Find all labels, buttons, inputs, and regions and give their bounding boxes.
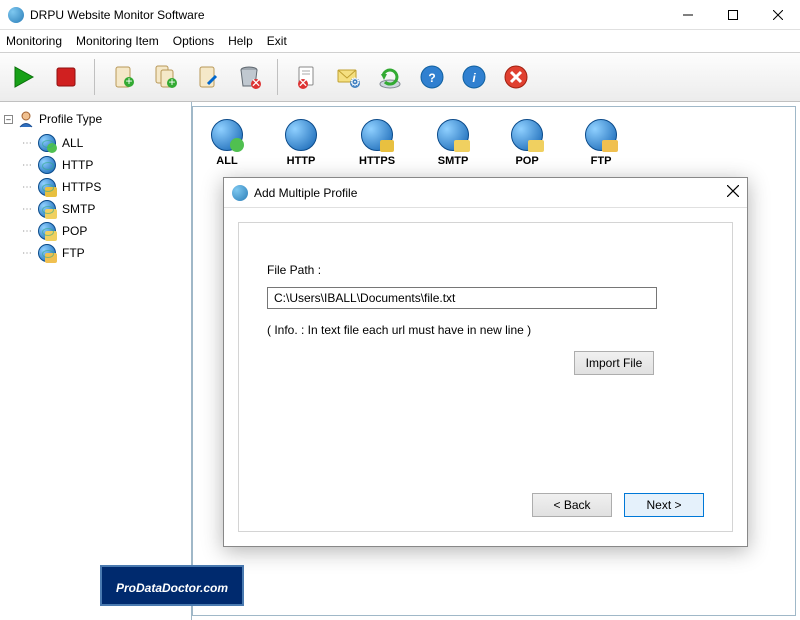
- main-panel: ALL HTTP HTTPS SMTP POP FTP Add Multiple…: [192, 106, 796, 616]
- body: – Profile Type ⋯ALL ⋯HTTP ⋯HTTPS ⋯SMTP ⋯…: [0, 102, 800, 620]
- profile-type-icon: [17, 110, 35, 128]
- svg-text:+: +: [168, 75, 175, 89]
- minimize-button[interactable]: [665, 0, 710, 30]
- app-icon: [8, 7, 24, 23]
- clipboard-edit-button[interactable]: [189, 59, 225, 95]
- clipboard-add-button[interactable]: +: [105, 59, 141, 95]
- import-file-button[interactable]: Import File: [574, 351, 654, 375]
- profile-http[interactable]: HTTP: [285, 119, 317, 167]
- menubar: Monitoring Monitoring Item Options Help …: [0, 30, 800, 52]
- profile-ftp[interactable]: FTP: [585, 119, 617, 167]
- next-button[interactable]: Next >: [624, 493, 704, 517]
- globe-icon: [511, 119, 543, 151]
- profile-label: HTTPS: [359, 155, 395, 167]
- dialog-footer: < Back Next >: [532, 493, 704, 517]
- file-path-input[interactable]: [267, 287, 657, 309]
- dialog-inner: File Path : ( Info. : In text file each …: [238, 222, 733, 532]
- sidebar-item-label: POP: [62, 224, 87, 238]
- dialog-titlebar: Add Multiple Profile: [224, 178, 747, 208]
- dialog-body: File Path : ( Info. : In text file each …: [224, 208, 747, 546]
- globe-icon: [38, 134, 56, 152]
- svg-text:✕: ✕: [251, 76, 261, 90]
- add-multiple-profile-dialog: Add Multiple Profile File Path : ( Info.…: [223, 177, 748, 547]
- tree-collapse-icon[interactable]: –: [4, 115, 13, 124]
- exit-button[interactable]: [498, 59, 534, 95]
- toolbar: + + ✕ ✕ ⚙ ? i: [0, 52, 800, 102]
- globe-icon: [285, 119, 317, 151]
- profile-label: ALL: [216, 155, 237, 167]
- profile-label: FTP: [591, 155, 612, 167]
- tree-root[interactable]: – Profile Type: [4, 110, 187, 128]
- sidebar-item-ftp[interactable]: ⋯FTP: [22, 242, 187, 264]
- globe-icon: [211, 119, 243, 151]
- globe-icon: [437, 119, 469, 151]
- svg-text:⚙: ⚙: [350, 75, 361, 89]
- svg-text:+: +: [125, 74, 132, 88]
- profile-pop[interactable]: POP: [511, 119, 543, 167]
- doc-delete-button[interactable]: ✕: [288, 59, 324, 95]
- globe-icon: [585, 119, 617, 151]
- back-button[interactable]: < Back: [532, 493, 612, 517]
- sidebar-item-https[interactable]: ⋯HTTPS: [22, 176, 187, 198]
- globe-icon: [38, 244, 56, 262]
- watermark: ProDataDoctor.com: [100, 565, 244, 606]
- play-button[interactable]: [6, 59, 42, 95]
- globe-icon: [38, 156, 56, 174]
- window-controls: [665, 0, 800, 30]
- menu-options[interactable]: Options: [173, 34, 214, 48]
- svg-text:?: ?: [428, 71, 435, 85]
- stop-button[interactable]: [48, 59, 84, 95]
- globe-icon: [38, 178, 56, 196]
- sidebar-item-label: HTTPS: [62, 180, 101, 194]
- refresh-button[interactable]: [372, 59, 408, 95]
- menu-exit[interactable]: Exit: [267, 34, 287, 48]
- profile-https[interactable]: HTTPS: [359, 119, 395, 167]
- maximize-button[interactable]: [710, 0, 755, 30]
- dialog-title: Add Multiple Profile: [254, 186, 727, 200]
- tree-children: ⋯ALL ⋯HTTP ⋯HTTPS ⋯SMTP ⋯POP ⋯FTP: [22, 132, 187, 264]
- menu-help[interactable]: Help: [228, 34, 253, 48]
- sidebar-item-all[interactable]: ⋯ALL: [22, 132, 187, 154]
- help-button[interactable]: ?: [414, 59, 450, 95]
- sidebar-item-label: HTTP: [62, 158, 93, 172]
- profile-label: HTTP: [287, 155, 316, 167]
- dialog-icon: [232, 185, 248, 201]
- profile-label: SMTP: [438, 155, 469, 167]
- svg-text:✕: ✕: [298, 76, 308, 90]
- profile-smtp[interactable]: SMTP: [437, 119, 469, 167]
- window-title: DRPU Website Monitor Software: [30, 8, 665, 22]
- info-button[interactable]: i: [456, 59, 492, 95]
- clipboard-multi-button[interactable]: +: [147, 59, 183, 95]
- sidebar-item-http[interactable]: ⋯HTTP: [22, 154, 187, 176]
- menu-monitoring[interactable]: Monitoring: [6, 34, 62, 48]
- globe-icon: [361, 119, 393, 151]
- menu-monitoring-item[interactable]: Monitoring Item: [76, 34, 159, 48]
- sidebar-item-smtp[interactable]: ⋯SMTP: [22, 198, 187, 220]
- titlebar: DRPU Website Monitor Software: [0, 0, 800, 30]
- trash-button[interactable]: ✕: [231, 59, 267, 95]
- sidebar-item-label: ALL: [62, 136, 83, 150]
- close-button[interactable]: [755, 0, 800, 30]
- tree-root-label: Profile Type: [39, 112, 102, 126]
- info-text: ( Info. : In text file each url must hav…: [267, 323, 704, 337]
- profile-row: ALL HTTP HTTPS SMTP POP FTP: [205, 119, 783, 167]
- sidebar-item-label: FTP: [62, 246, 85, 260]
- sidebar-item-pop[interactable]: ⋯POP: [22, 220, 187, 242]
- profile-label: POP: [515, 155, 538, 167]
- globe-icon: [38, 200, 56, 218]
- profile-all[interactable]: ALL: [211, 119, 243, 167]
- sidebar: – Profile Type ⋯ALL ⋯HTTP ⋯HTTPS ⋯SMTP ⋯…: [0, 102, 192, 620]
- dialog-close-button[interactable]: [727, 185, 739, 200]
- file-path-label: File Path :: [267, 263, 704, 277]
- globe-icon: [38, 222, 56, 240]
- toolbar-separator: [277, 59, 278, 95]
- toolbar-separator: [94, 59, 95, 95]
- sidebar-item-label: SMTP: [62, 202, 95, 216]
- mail-settings-button[interactable]: ⚙: [330, 59, 366, 95]
